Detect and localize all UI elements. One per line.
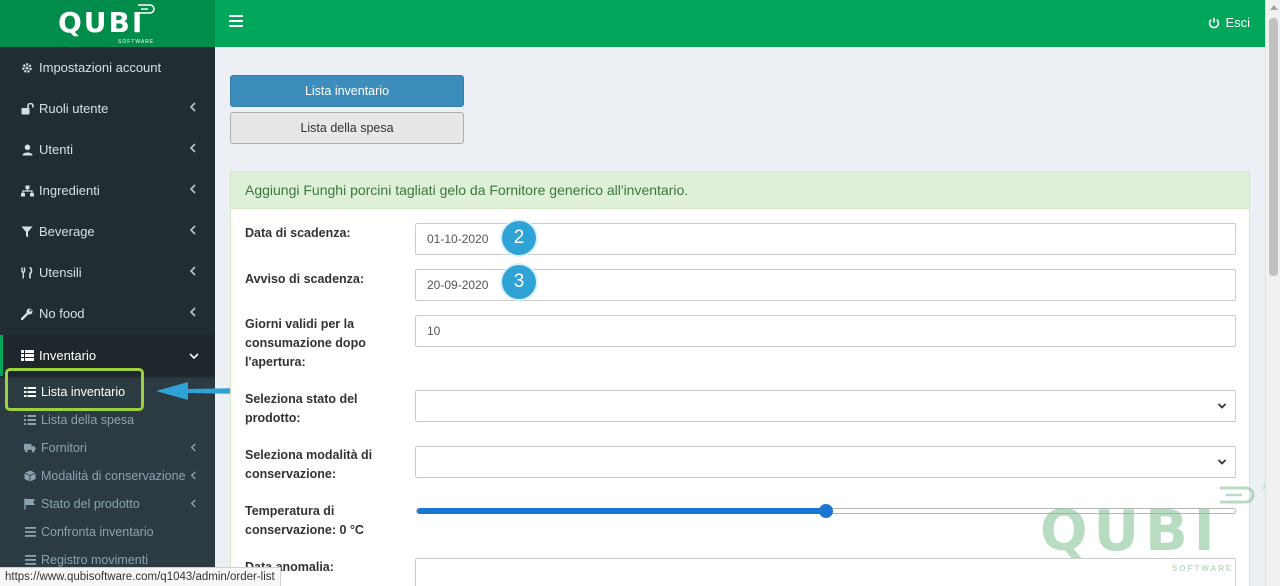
sidebar-item-label: Ingredienti [39, 183, 100, 198]
temperature-label: Temperatura di conservazione: 0 °C [245, 504, 364, 537]
chevron-left-icon [189, 266, 196, 276]
sidebar-item-label: Beverage [39, 224, 95, 239]
expiry-date-input[interactable]: 01-10-2020 [415, 223, 1236, 255]
sidebar-item-inventory[interactable]: Inventario [0, 335, 215, 376]
chevron-left-icon [190, 471, 196, 480]
logo-text: QUBI [58, 6, 145, 39]
annotation-step-badge: 2 [502, 221, 536, 255]
submenu-item-label: Lista della spesa [41, 413, 135, 427]
chevron-down-icon [1217, 403, 1227, 409]
submenu-item-suppliers[interactable]: Fornitori [0, 434, 215, 462]
chevron-down-icon [1217, 459, 1227, 465]
power-icon [1209, 17, 1220, 28]
expiry-date-label: Data di scadenza: [245, 226, 351, 240]
submenu-item-label: Fornitori [41, 441, 87, 455]
gear-icon [20, 61, 34, 75]
bars-icon [24, 526, 36, 538]
storage-mode-label: Seleziona modalità di conservazione: [245, 448, 373, 481]
valid-days-input[interactable]: 10 [415, 315, 1236, 347]
sidebar-item-users[interactable]: Utenti [0, 129, 215, 170]
bars-icon [24, 554, 36, 566]
add-inventory-panel: Aggiungi Funghi porcini tagliati gelo da… [230, 171, 1250, 586]
valid-days-label: Giorni validi per la consumazione dopo l… [245, 317, 366, 369]
submenu-item-shopping-list[interactable]: Lista della spesa [0, 406, 215, 434]
panel-heading: Aggiungi Funghi porcini tagliati gelo da… [231, 172, 1249, 209]
chevron-left-icon [190, 499, 196, 508]
list-ol-icon [24, 414, 36, 426]
sidebar-item-no-food[interactable]: No food [0, 293, 215, 334]
sitemap-icon [20, 184, 34, 198]
cube-icon [24, 470, 36, 482]
submenu-item-label: Confronta inventario [41, 525, 154, 539]
sidebar-item-label: Utenti [39, 142, 73, 157]
sidebar-item-label: Inventario [39, 348, 97, 363]
sidebar-item-ingredients[interactable]: Ingredienti [0, 170, 215, 211]
chevron-left-icon [189, 307, 196, 317]
chevron-left-icon [189, 102, 196, 112]
sidebar-item-label: No food [39, 306, 85, 321]
unlock-icon [20, 102, 34, 116]
inventory-list-button[interactable]: Lista inventario [230, 75, 464, 107]
annotation-step-badge: 3 [502, 265, 536, 299]
chevron-left-icon [189, 143, 196, 153]
user-icon [20, 143, 34, 157]
logout-label: Esci [1225, 15, 1250, 30]
submenu-item-compare-inventory[interactable]: Confronta inventario [0, 518, 215, 546]
expiry-notice-input[interactable]: 20-09-2020 [415, 269, 1236, 301]
sidebar-item-utensils[interactable]: Utensili [0, 252, 215, 293]
sidebar-item-beverage[interactable]: Beverage [0, 211, 215, 252]
scrollbar-thumb[interactable] [1269, 18, 1278, 276]
chevron-left-icon [189, 225, 196, 235]
expiry-notice-label: Avviso di scadenza: [245, 272, 365, 286]
filter-icon [20, 225, 34, 239]
chevron-down-icon [189, 353, 199, 360]
anomaly-date-input[interactable] [415, 558, 1236, 586]
submenu-item-label: Registro movimenti [41, 553, 148, 567]
logout-button[interactable]: Esci [1208, 15, 1250, 30]
sidebar: Impostazioni account Ruoli utente Utenti… [0, 47, 215, 586]
submenu-item-storage-modes[interactable]: Modalità di conservazione [0, 462, 215, 490]
page-scrollbar[interactable] [1265, 0, 1280, 586]
sidebar-item-user-roles[interactable]: Ruoli utente [0, 88, 215, 129]
chevron-left-icon [190, 443, 196, 452]
cutlery-icon [20, 266, 34, 280]
list-icon [20, 349, 34, 363]
sidebar-item-label: Impostazioni account [39, 60, 162, 75]
temperature-slider-fill [417, 508, 826, 514]
sidebar-toggle-icon[interactable] [229, 15, 243, 29]
sidebar-item-label: Ruoli utente [39, 101, 109, 116]
submenu-item-label: Lista inventario [41, 385, 126, 399]
logo-mark-icon [138, 4, 155, 14]
flag-icon [24, 498, 36, 510]
submenu-item-label: Stato del prodotto [41, 497, 140, 511]
logo-subtext: SOFTWARE [118, 39, 155, 45]
storage-mode-select[interactable] [415, 446, 1236, 478]
sidebar-item-account-settings[interactable]: Impostazioni account [0, 47, 215, 88]
product-state-select[interactable] [415, 390, 1236, 422]
scroll-up-arrow-icon[interactable] [1270, 5, 1278, 10]
temperature-slider[interactable] [416, 504, 1236, 518]
browser-status-url: https://www.qubisoftware.com/q1043/admin… [0, 567, 281, 586]
submenu-item-label: Modalità di conservazione [41, 469, 186, 483]
top-navbar: QUBI SOFTWARE Esci [0, 0, 1265, 47]
logo-area[interactable]: QUBI SOFTWARE [0, 0, 215, 47]
inventory-submenu: Lista inventario Lista della spesa Forni… [0, 378, 215, 586]
shopping-list-button[interactable]: Lista della spesa [230, 112, 464, 144]
sidebar-item-label: Utensili [39, 265, 82, 280]
product-state-label: Seleziona stato del prodotto: [245, 392, 358, 425]
list-icon [24, 386, 36, 398]
temperature-slider-thumb[interactable] [819, 504, 833, 518]
chevron-left-icon [189, 184, 196, 194]
submenu-item-product-state[interactable]: Stato del prodotto [0, 490, 215, 518]
truck-icon [24, 442, 36, 454]
wrench-icon [20, 307, 34, 321]
